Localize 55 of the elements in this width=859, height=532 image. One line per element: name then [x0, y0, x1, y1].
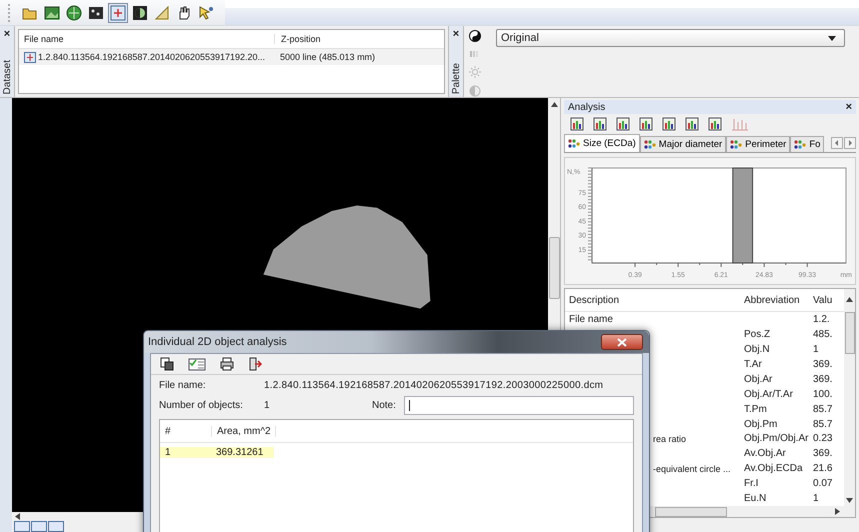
table-cell: Obj.Pm/Obj.Ar — [744, 433, 808, 444]
table-cell: 1 — [813, 493, 819, 504]
table-cell: 21.6 — [813, 463, 832, 474]
column-header[interactable]: Valu — [810, 294, 844, 306]
window-title: Individual 2D object analysis — [148, 336, 287, 348]
close-button[interactable]: × — [846, 101, 852, 114]
column-header[interactable]: Description — [565, 294, 741, 306]
dataset-tab[interactable]: Dataset — [2, 60, 12, 94]
table-cell: 0.23 — [813, 433, 832, 444]
table-cell: 85.7 — [813, 418, 832, 430]
column-header[interactable]: Abbreviation — [741, 294, 810, 306]
object-count: 1 — [264, 400, 271, 410]
close-button[interactable]: × — [4, 29, 10, 40]
table-cell: Obj.N — [744, 344, 770, 356]
palette-dropdown[interactable]: Original — [496, 29, 845, 48]
table-cell: 100. — [813, 388, 832, 400]
table-cell: Obj.Ar — [744, 374, 772, 385]
table-cell: Eu.N — [744, 493, 766, 504]
table-cell: Av.Obj.ECDa — [744, 463, 803, 474]
column-header[interactable]: Z-position — [275, 34, 321, 44]
table-cell: T.Pm — [744, 404, 767, 415]
table-cell: 0.07 — [813, 478, 832, 490]
table-cell: Obj.Ar/T.Ar — [744, 388, 793, 400]
column-header[interactable]: Area, mm^2 — [212, 426, 276, 436]
column-header[interactable]: # — [160, 426, 212, 436]
column-header[interactable]: File name — [19, 34, 275, 44]
table-cell: 1.2. — [813, 314, 830, 326]
table-cell: Av.Obj.Ar — [744, 448, 786, 460]
table-cell: T.Ar — [744, 359, 762, 370]
table-cell: 85.7 — [813, 404, 832, 415]
table-cell: Pos.Z — [744, 329, 770, 340]
file-name-text: 1.2.840.113564.192168587.2014020620553917192.2003000225000.dcm — [264, 380, 604, 390]
panel-title: Analysis — [568, 102, 606, 113]
table-cell: 1 — [813, 344, 819, 356]
analysis-tab[interactable]: Size (ECDa) — [564, 134, 640, 152]
close-button[interactable]: × — [452, 29, 460, 40]
table-row[interactable]: 1 369.31261 — [160, 443, 633, 461]
field-label: Note: — [372, 400, 397, 410]
field-label: File name: — [159, 380, 207, 390]
field-label: Number of objects: — [159, 400, 244, 410]
table-cell: Obj.Pm — [744, 418, 778, 430]
table-cell: File name — [569, 314, 613, 326]
analysis-tab[interactable]: Major diameter — [640, 136, 726, 152]
table-cell: 369. — [813, 359, 832, 370]
table-cell: 369. — [813, 374, 832, 385]
analysis-tab[interactable]: Fo — [790, 136, 824, 152]
analysis-tab[interactable]: Perimeter — [726, 136, 790, 152]
table-cell: rea ratio — [653, 434, 686, 444]
table-cell[interactable]: 1.2.840.113564.192168587.2014020620553917192.20... — [38, 52, 266, 62]
table-cell: 485. — [813, 329, 832, 340]
table-cell: Fr.I — [744, 478, 758, 490]
table-cell: -equivalent circle ... — [653, 464, 731, 474]
palette-tab[interactable]: Palette — [450, 63, 462, 94]
table-cell[interactable]: 5000 line (485.013 mm) — [274, 52, 376, 62]
table-cell: 369. — [813, 448, 832, 460]
